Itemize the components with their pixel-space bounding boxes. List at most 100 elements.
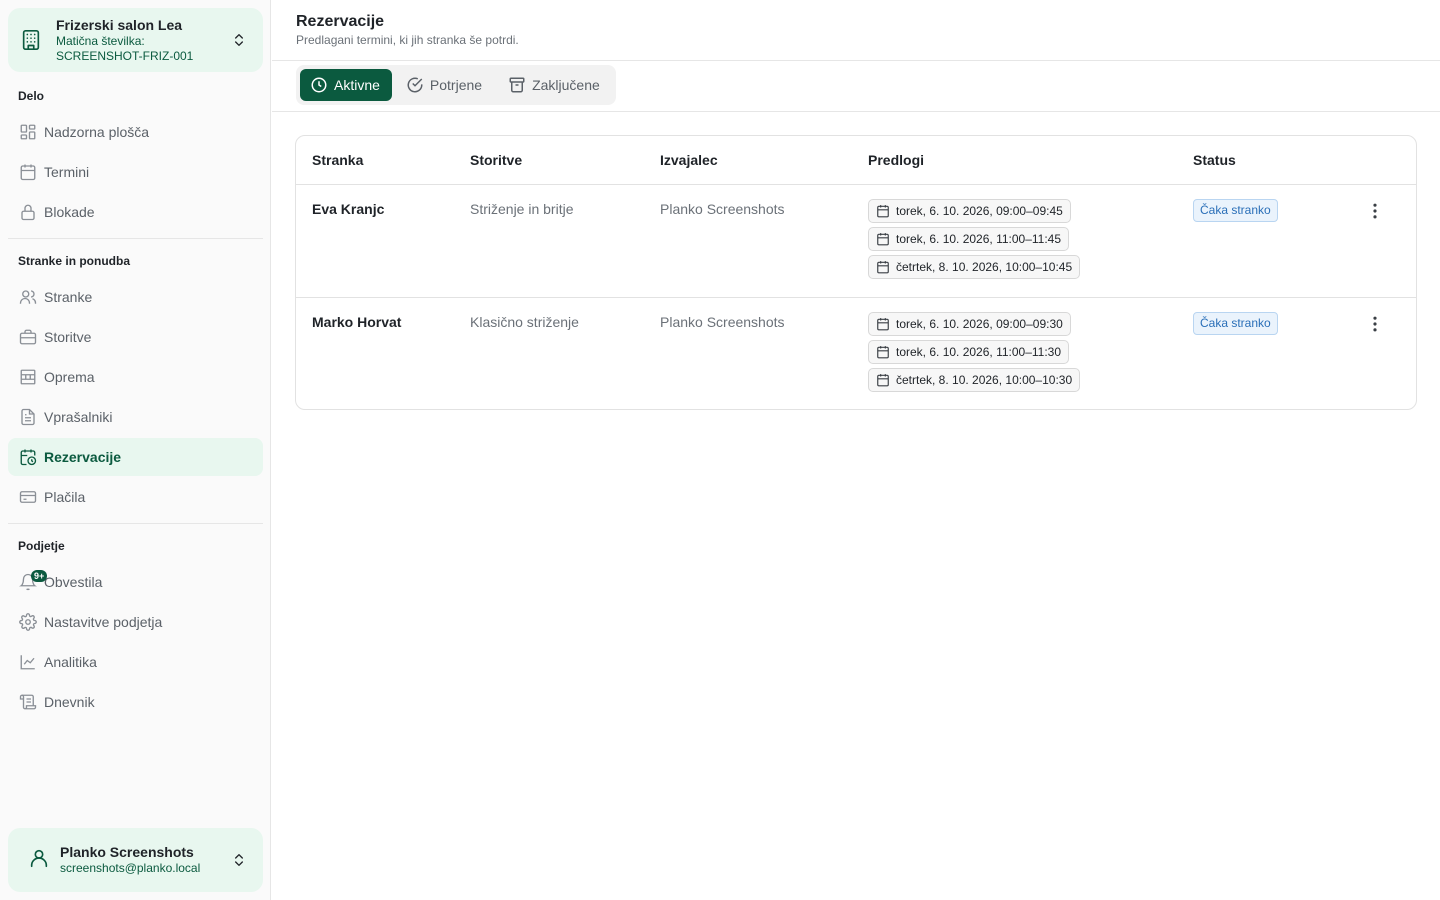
equipment-icon — [18, 367, 38, 387]
service-name: Klasično striženje — [454, 296, 644, 409]
calendar-clock-icon — [18, 447, 38, 467]
archive-icon — [508, 76, 526, 94]
status-cell: Čaka stranko — [1177, 184, 1347, 297]
sidebar-item-stranke[interactable]: Stranke — [8, 278, 263, 316]
sidebar-item-label: Stranke — [44, 289, 93, 305]
sidebar-item-label: Storitve — [44, 329, 92, 345]
column-header[interactable]: Status — [1177, 136, 1347, 185]
sidebar-item-oprema[interactable]: Oprema — [8, 358, 263, 396]
lock-icon — [18, 202, 38, 222]
page-header: Rezervacije Predlagani termini, ki jih s… — [272, 0, 1440, 61]
client-name: Marko Horvat — [296, 296, 454, 409]
notification-badge: 9+ — [31, 570, 48, 582]
calendar-icon — [876, 232, 890, 246]
organization-reg-label: Matična številka: — [56, 33, 145, 48]
user-switcher[interactable]: Planko Screenshots screenshots@planko.lo… — [8, 828, 263, 892]
sidebar-item-dnevnik[interactable]: Dnevnik — [8, 683, 263, 721]
column-header[interactable]: Storitve — [454, 136, 644, 185]
reservations-table: Stranka Storitve Izvajalec Predlogi Stat… — [296, 136, 1416, 409]
column-header[interactable]: Izvajalec — [644, 136, 852, 185]
sidebar-item-label: Dnevnik — [44, 694, 95, 710]
column-header-actions — [1347, 136, 1416, 185]
tab-aktivne[interactable]: Aktivne — [300, 69, 392, 101]
status-badge: Čaka stranko — [1193, 198, 1278, 222]
sidebar-item-label: Nastavitve podjetja — [44, 614, 163, 630]
gear-icon — [18, 612, 38, 632]
status-badge: Čaka stranko — [1193, 311, 1278, 335]
sidebar-item-label: Blokade — [44, 204, 95, 220]
tab-potrjene[interactable]: Potrjene — [396, 69, 494, 101]
column-header[interactable]: Predlogi — [852, 136, 1177, 185]
chevron-up-down-icon — [227, 852, 251, 868]
more-options-icon[interactable] — [1363, 314, 1387, 334]
table-row[interactable]: Marko Horvat Klasično striženje Planko S… — [296, 296, 1416, 409]
section-title-stranke: Stranke in ponudba — [18, 254, 131, 268]
sidebar-item-rezervacije[interactable]: Rezervacije — [8, 438, 263, 476]
table-header-row: Stranka Storitve Izvajalec Predlogi Stat… — [296, 136, 1416, 185]
proposal-slot[interactable]: četrtek, 8. 10. 2026, 10:00–10:30 — [868, 367, 1081, 392]
user-info: Planko Screenshots screenshots@planko.lo… — [52, 844, 227, 876]
proposal-slot-text: torek, 6. 10. 2026, 09:00–09:30 — [896, 316, 1063, 331]
organization-name: Frizerski salon Lea — [56, 16, 183, 33]
actions-cell — [1347, 184, 1416, 297]
sidebar-item-storitve[interactable]: Storitve — [8, 318, 263, 356]
scroll-icon — [18, 692, 38, 712]
tab-label: Aktivne — [334, 77, 380, 93]
sidebar-item-label: Vprašalniki — [44, 409, 113, 425]
main-content: Rezervacije Predlagani termini, ki jih s… — [272, 0, 1440, 900]
tabs-bar: Aktivne Potrjene Zaključene — [272, 61, 1440, 112]
sidebar-item-label: Termini — [44, 164, 90, 180]
calendar-icon — [876, 260, 890, 274]
sidebar-item-blokade[interactable]: Blokade — [8, 193, 263, 231]
calendar-icon — [876, 373, 890, 387]
chart-icon — [18, 652, 38, 672]
proposal-slot-text: torek, 6. 10. 2026, 11:00–11:45 — [896, 231, 1062, 246]
proposal-slot[interactable]: torek, 6. 10. 2026, 11:00–11:30 — [868, 339, 1070, 364]
more-options-icon[interactable] — [1363, 201, 1387, 221]
status-cell: Čaka stranko — [1177, 296, 1347, 409]
check-circle-icon — [406, 76, 424, 94]
tab-label: Zaključene — [532, 77, 600, 93]
tab-label: Potrjene — [429, 77, 483, 93]
sidebar-item-label: Analitika — [44, 654, 97, 670]
table-row[interactable]: Eva Kranjc Striženje in britje Planko Sc… — [296, 184, 1416, 297]
sidebar-item-label: Obvestila — [44, 574, 103, 590]
organization-switcher[interactable]: Frizerski salon Lea Matična številka: SC… — [8, 8, 263, 72]
proposal-slot[interactable]: četrtek, 8. 10. 2026, 10:00–10:45 — [868, 254, 1081, 279]
proposal-slot[interactable]: torek, 6. 10. 2026, 09:00–09:30 — [868, 311, 1071, 336]
document-icon — [18, 407, 38, 427]
user-email: screenshots@planko.local — [60, 861, 201, 875]
actions-cell — [1347, 296, 1416, 409]
proposal-slot[interactable]: torek, 6. 10. 2026, 11:00–11:45 — [868, 226, 1070, 251]
proposal-slot[interactable]: torek, 6. 10. 2026, 09:00–09:45 — [868, 198, 1071, 223]
user-name: Planko Screenshots — [60, 844, 194, 860]
sidebar-item-nastavitve[interactable]: Nastavitve podjetja — [8, 603, 263, 641]
sidebar-item-vprasalniki[interactable]: Vprašalniki — [8, 398, 263, 436]
sidebar-item-label: Plačila — [44, 489, 86, 505]
building-icon — [20, 29, 52, 51]
organization-info: Frizerski salon Lea Matična številka: SC… — [52, 17, 227, 64]
proposal-slot-text: četrtek, 8. 10. 2026, 10:00–10:30 — [896, 372, 1073, 387]
section-title-podjetje: Podjetje — [18, 539, 65, 553]
users-icon — [18, 287, 38, 307]
chevron-up-down-icon — [227, 32, 251, 48]
user-icon — [28, 847, 52, 874]
sidebar-item-placila[interactable]: Plačila — [8, 478, 263, 516]
calendar-icon — [876, 345, 890, 359]
sidebar-item-obvestila[interactable]: 9+ Obvestila — [8, 563, 263, 601]
sidebar-divider — [8, 238, 263, 239]
sidebar-item-termini[interactable]: Termini — [8, 153, 263, 191]
page-subtitle: Predlagani termini, ki jih stranka še po… — [296, 33, 519, 47]
proposal-slot-text: četrtek, 8. 10. 2026, 10:00–10:45 — [896, 259, 1073, 274]
sidebar-item-label: Oprema — [44, 369, 95, 385]
page-title: Rezervacije — [296, 13, 385, 30]
briefcase-icon — [18, 327, 38, 347]
calendar-icon — [876, 204, 890, 218]
sidebar-item-analitika[interactable]: Analitika — [8, 643, 263, 681]
proposal-slot-text: torek, 6. 10. 2026, 09:00–09:45 — [896, 203, 1063, 218]
reservations-table-card: Stranka Storitve Izvajalec Predlogi Stat… — [295, 135, 1417, 410]
tab-zakljucene[interactable]: Zaključene — [498, 69, 612, 101]
column-header[interactable]: Stranka — [296, 136, 454, 185]
calendar-icon — [18, 162, 38, 182]
sidebar-item-dashboard[interactable]: Nadzorna plošča — [8, 113, 263, 151]
